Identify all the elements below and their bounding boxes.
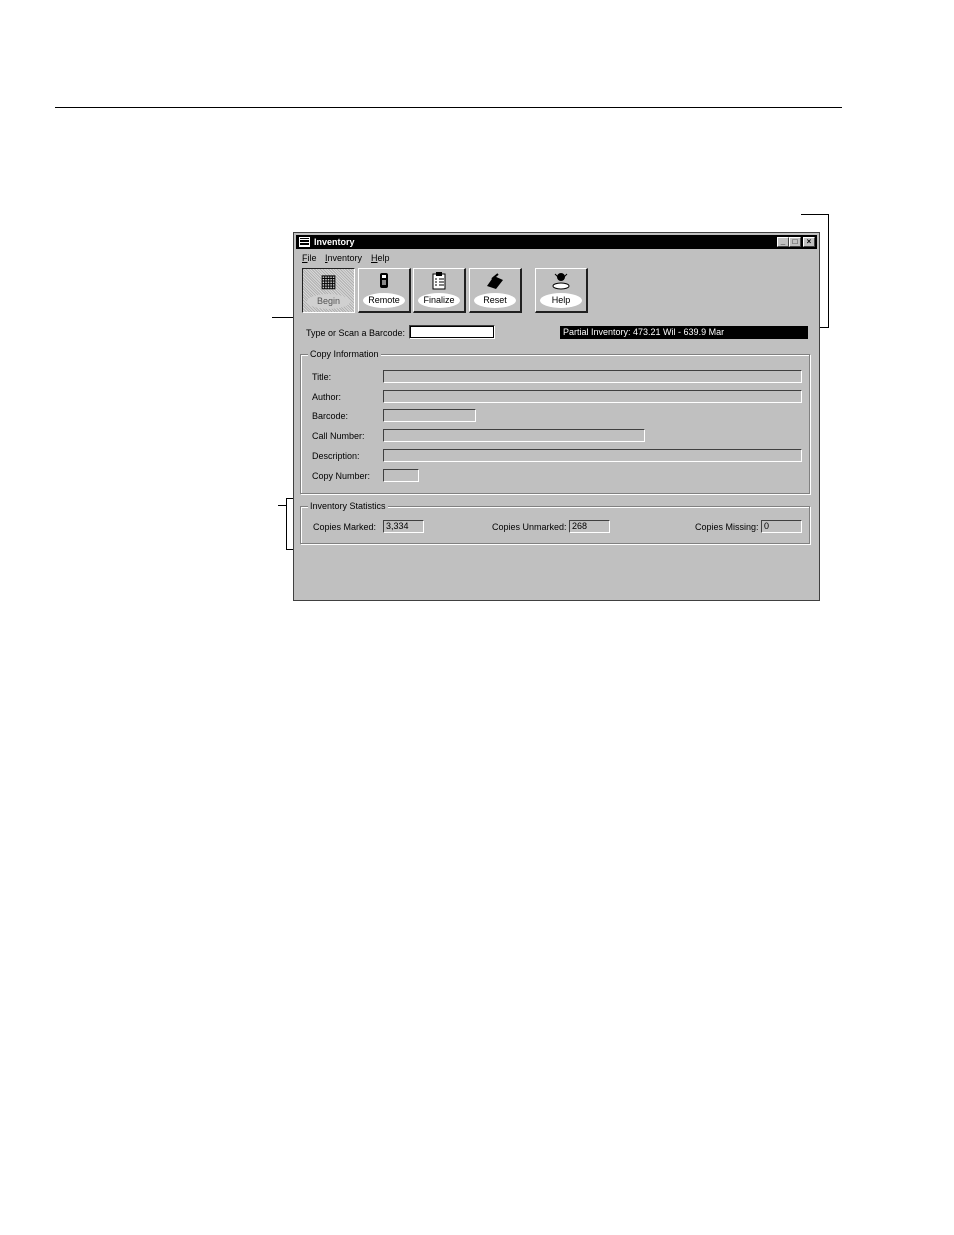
close-button[interactable]: × [803, 237, 815, 247]
description-label: Description: [312, 451, 360, 461]
begin-icon: ▦ [319, 271, 337, 291]
copies-unmarked-label: Copies Unmarked: [492, 522, 567, 532]
menu-inventory[interactable]: Inventory [325, 252, 362, 264]
help-label: Help [540, 293, 582, 308]
barcode-field [383, 409, 476, 422]
title-label: Title: [312, 372, 332, 382]
copy-number-field [383, 469, 419, 482]
minimize-button[interactable]: _ [777, 237, 789, 247]
window-title: Inventory [314, 237, 355, 247]
finalize-label: Finalize [418, 293, 460, 308]
copies-missing-label: Copies Missing: [695, 522, 759, 532]
begin-label: Begin [307, 294, 350, 309]
call-number-field [383, 429, 645, 442]
finalize-button[interactable]: Finalize [413, 268, 466, 313]
maximize-button[interactable]: □ [789, 237, 801, 247]
remote-button[interactable]: Remote [358, 268, 411, 313]
reset-icon [470, 271, 520, 295]
call-number-label: Call Number: [312, 431, 365, 441]
inventory-statistics-legend: Inventory Statistics [308, 501, 388, 511]
copies-marked-field: 3,334 [383, 520, 424, 533]
remote-label: Remote [363, 293, 405, 308]
copies-unmarked-field: 268 [569, 520, 610, 533]
copy-number-label: Copy Number: [312, 471, 371, 481]
inventory-statistics-group: Inventory Statistics Copies Marked: 3,33… [300, 501, 810, 544]
title-field [383, 370, 802, 383]
remote-scanner-icon [359, 271, 409, 295]
page-top-rule [55, 107, 842, 108]
title-bar[interactable]: Inventory _ □ × [296, 235, 817, 249]
copy-information-group: Copy Information Title: Author: Barcode:… [300, 349, 810, 494]
copy-information-legend: Copy Information [308, 349, 381, 359]
copies-marked-label: Copies Marked: [313, 522, 377, 532]
menu-help-label: elp [377, 253, 390, 263]
menu-file-label: ile [307, 253, 317, 263]
reset-button[interactable]: Reset [469, 268, 522, 313]
help-icon [536, 271, 586, 295]
barcode-input[interactable] [409, 325, 495, 339]
menu-help[interactable]: Help [371, 252, 390, 264]
help-button[interactable]: Help [535, 268, 588, 313]
description-field [383, 449, 802, 462]
barcode-input-label: Type or Scan a Barcode: [306, 328, 406, 338]
copies-missing-field: 0 [761, 520, 802, 533]
barcode-label: Barcode: [312, 411, 349, 421]
menu-inventory-label: nventory [327, 253, 363, 263]
clipboard-icon [414, 271, 464, 295]
author-label: Author: [312, 392, 342, 402]
status-display: Partial Inventory: 473.21 Wil - 639.9 Ma… [560, 326, 808, 339]
reset-label: Reset [474, 293, 516, 308]
app-icon[interactable] [299, 237, 310, 247]
toolbar: ▦ Begin Remote Finalize Reset Help [302, 268, 602, 314]
inventory-window: Inventory _ □ × File Inventory Help ▦ Be… [293, 232, 820, 601]
begin-button[interactable]: ▦ Begin [302, 268, 355, 313]
author-field [383, 390, 802, 403]
menu-file[interactable]: File [302, 252, 317, 264]
